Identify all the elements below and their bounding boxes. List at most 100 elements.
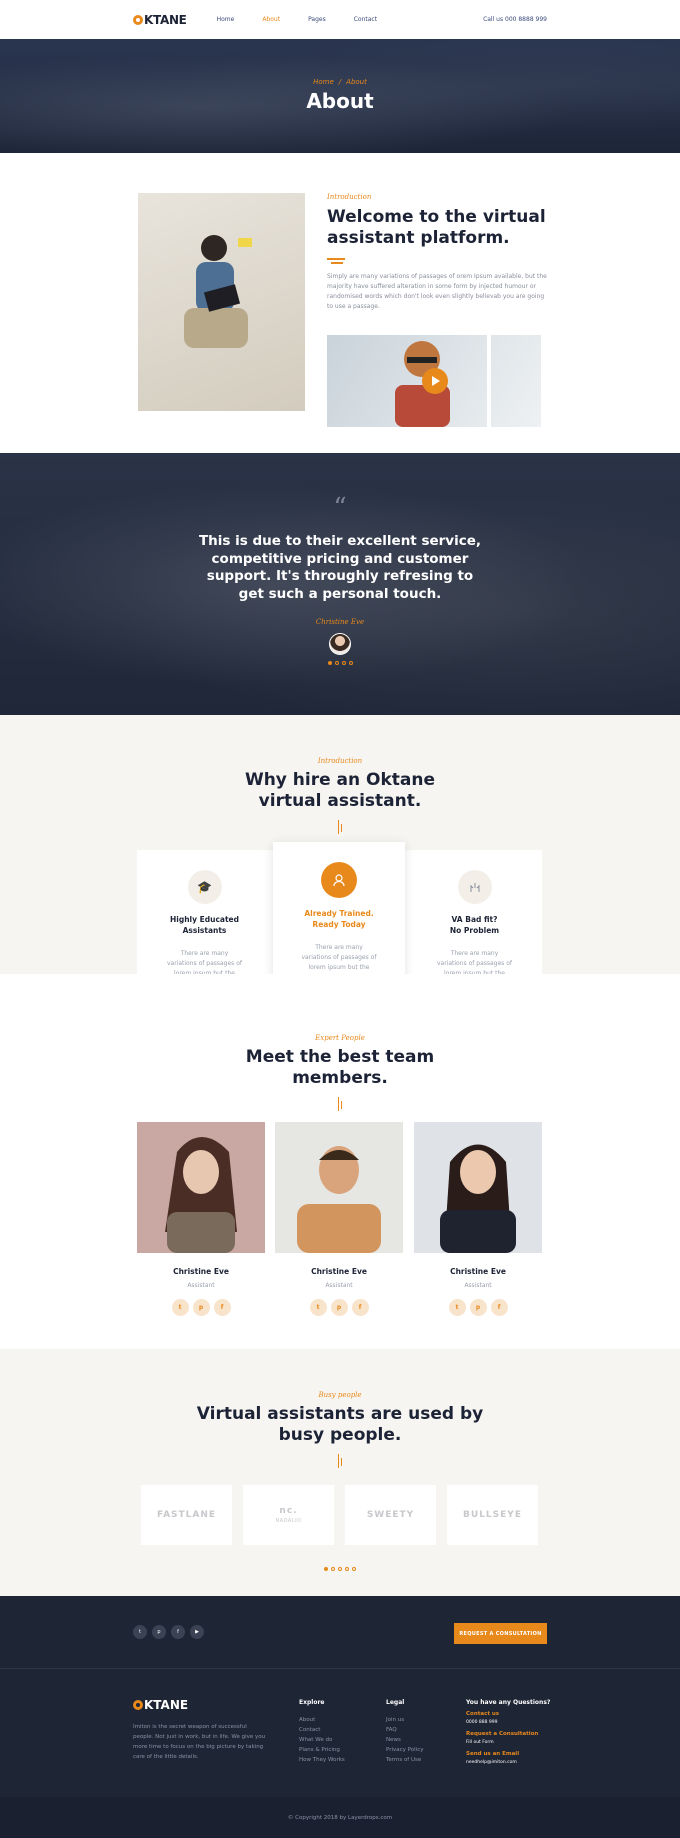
intro-text: Introduction Welcome to the virtual assi…	[327, 193, 547, 312]
footer-link[interactable]: What We do	[299, 1735, 345, 1745]
team-member-card: Christine Eve Assistant t p f	[414, 1122, 542, 1316]
contact-email[interactable]: Send us an Email needhelp@imiton.com	[466, 1750, 550, 1766]
hands-icon	[457, 870, 492, 904]
team-title: Meet the best team members.	[245, 1047, 435, 1088]
twitter-icon[interactable]: t	[448, 1299, 466, 1316]
pinterest-icon[interactable]: p	[192, 1299, 210, 1316]
client-logo-nadalio[interactable]: nc. NADALIO	[243, 1485, 334, 1545]
page-title: About	[306, 89, 374, 113]
intro-paragraph: Simply are many variations of passages o…	[327, 273, 547, 310]
pagination-dot[interactable]	[334, 661, 339, 665]
footer-socials: t p f ▶	[133, 1625, 204, 1639]
team-kicker: Expert People	[315, 1034, 365, 1042]
client-logo-fastlane[interactable]: FASTLANE	[141, 1485, 232, 1545]
pagination-dot[interactable]	[352, 1567, 356, 1571]
testimonial-section: “ This is due to their excellent service…	[0, 453, 680, 715]
team-member-card: Christine Eve Assistant t p f	[275, 1122, 403, 1316]
pagination-dot[interactable]	[348, 661, 353, 665]
clients-section: Busy people Virtual assistants are used …	[0, 1349, 680, 1596]
intro-section: Introduction Welcome to the virtual assi…	[0, 153, 680, 453]
footer-legal: Legal Join us FAQ News Privacy Policy Te…	[386, 1699, 424, 1765]
request-consultation-button[interactable]: REQUEST A CONSULTATION	[454, 1623, 547, 1644]
section-divider-mark	[337, 1097, 343, 1111]
footer-explore: Explore About Contact What We do Plans &…	[299, 1699, 345, 1765]
site-logo[interactable]: KTANE	[133, 13, 187, 27]
footer-link[interactable]: About	[299, 1715, 345, 1725]
footer-link[interactable]: Plans & Pricing	[299, 1745, 345, 1755]
play-button-icon[interactable]	[422, 368, 448, 394]
features-row: 🎓 Highly Educated Assistants There are ma…	[137, 842, 542, 990]
intro-kicker: Introduction	[327, 193, 372, 201]
facebook-icon[interactable]: f	[351, 1299, 369, 1316]
nav-pages[interactable]: Pages	[308, 16, 326, 23]
testimonial-pagination	[0, 661, 680, 665]
footer-link[interactable]: News	[386, 1735, 423, 1745]
contact-consultation[interactable]: Request a Consultation Fill out Form	[466, 1730, 550, 1746]
facebook-icon[interactable]: f	[213, 1299, 231, 1316]
twitter-icon[interactable]: t	[309, 1299, 327, 1316]
nav-home[interactable]: Home	[217, 16, 235, 23]
call-us-link[interactable]: Call us 000 8888 999	[483, 16, 547, 23]
pagination-dot[interactable]	[327, 661, 332, 665]
footer-link[interactable]: FAQ	[386, 1725, 423, 1735]
member-name: Christine Eve	[173, 1267, 229, 1276]
footer-link[interactable]: Contact	[299, 1725, 345, 1735]
site-header: KTANE Home About Pages Contact Call us 0…	[0, 0, 680, 39]
logo-o-mark	[133, 14, 143, 25]
footer-top: t p f ▶ REQUEST A CONSULTATION	[0, 1596, 680, 1669]
twitter-icon[interactable]: t	[133, 1625, 147, 1639]
youtube-icon[interactable]: ▶	[190, 1625, 204, 1639]
feature-card: VA Bad fit? No Problem There are many var…	[407, 850, 542, 989]
member-photo	[275, 1122, 403, 1253]
title-underline	[327, 258, 345, 260]
facebook-icon[interactable]: f	[171, 1625, 185, 1639]
logo-o-mark	[133, 1700, 143, 1710]
pinterest-icon[interactable]: p	[469, 1299, 487, 1316]
pagination-dot[interactable]	[324, 1567, 328, 1571]
logo-text: KTANE	[144, 12, 187, 27]
twitter-icon[interactable]: t	[171, 1299, 189, 1316]
testimonial-avatar	[329, 633, 351, 655]
feature-card: 🎓 Highly Educated Assistants There are ma…	[137, 850, 272, 989]
footer-link[interactable]: Terms of Use	[386, 1755, 423, 1765]
why-title: Why hire an Oktane virtual assistant.	[244, 770, 436, 811]
feature-title: Highly Educated Assistants	[169, 915, 239, 935]
pinterest-icon[interactable]: p	[330, 1299, 348, 1316]
member-socials: t p f	[275, 1299, 403, 1316]
pinterest-icon[interactable]: p	[152, 1625, 166, 1639]
team-member-card: Christine Eve Assistant t p f	[137, 1122, 265, 1316]
page-hero: Home / About About	[0, 39, 680, 153]
member-role: Assistant	[325, 1282, 353, 1289]
why-hire-section: Introduction Why hire an Oktane virtual …	[0, 715, 680, 990]
nav-contact[interactable]: Contact	[354, 16, 377, 23]
breadcrumb-home[interactable]: Home	[313, 78, 334, 86]
pagination-dot[interactable]	[341, 661, 346, 665]
sticky-note	[238, 238, 252, 247]
member-role: Assistant	[464, 1282, 492, 1289]
footer-link[interactable]: How They Works	[299, 1755, 345, 1765]
footer-logo[interactable]: KTANE	[133, 1698, 188, 1712]
clients-title: Virtual assistants are used by busy peop…	[196, 1404, 484, 1445]
member-role: Assistant	[187, 1282, 215, 1289]
nav-about[interactable]: About	[262, 16, 280, 23]
client-logos: FASTLANE nc. NADALIO SWEETY BULLSEYE	[141, 1485, 539, 1545]
contact-phone[interactable]: Contact us 0000 888 999	[466, 1710, 550, 1726]
intro-video[interactable]	[327, 335, 541, 427]
client-logo-bullseye[interactable]: BULLSEYE	[447, 1485, 538, 1545]
member-socials: t p f	[137, 1299, 265, 1316]
pagination-dot[interactable]	[345, 1567, 349, 1571]
video-divider	[487, 335, 491, 427]
feature-title: Already Trained. Ready Today	[304, 909, 374, 929]
footer-link[interactable]: Join us	[386, 1715, 423, 1725]
pagination-dot[interactable]	[338, 1567, 342, 1571]
client-logo-sweety[interactable]: SWEETY	[345, 1485, 436, 1545]
member-name: Christine Eve	[450, 1267, 506, 1276]
pagination-dot[interactable]	[331, 1567, 335, 1571]
footer-contact: You have any Questions? Contact us 0000 8…	[466, 1699, 551, 1766]
member-socials: t p f	[414, 1299, 542, 1316]
footer-about: Imiton is the secret weapon of successfu…	[133, 1724, 266, 1760]
clients-pagination	[0, 1567, 680, 1571]
footer-link[interactable]: Privacy Policy	[386, 1745, 423, 1755]
clients-kicker: Busy people	[318, 1391, 362, 1399]
facebook-icon[interactable]: f	[490, 1299, 508, 1316]
